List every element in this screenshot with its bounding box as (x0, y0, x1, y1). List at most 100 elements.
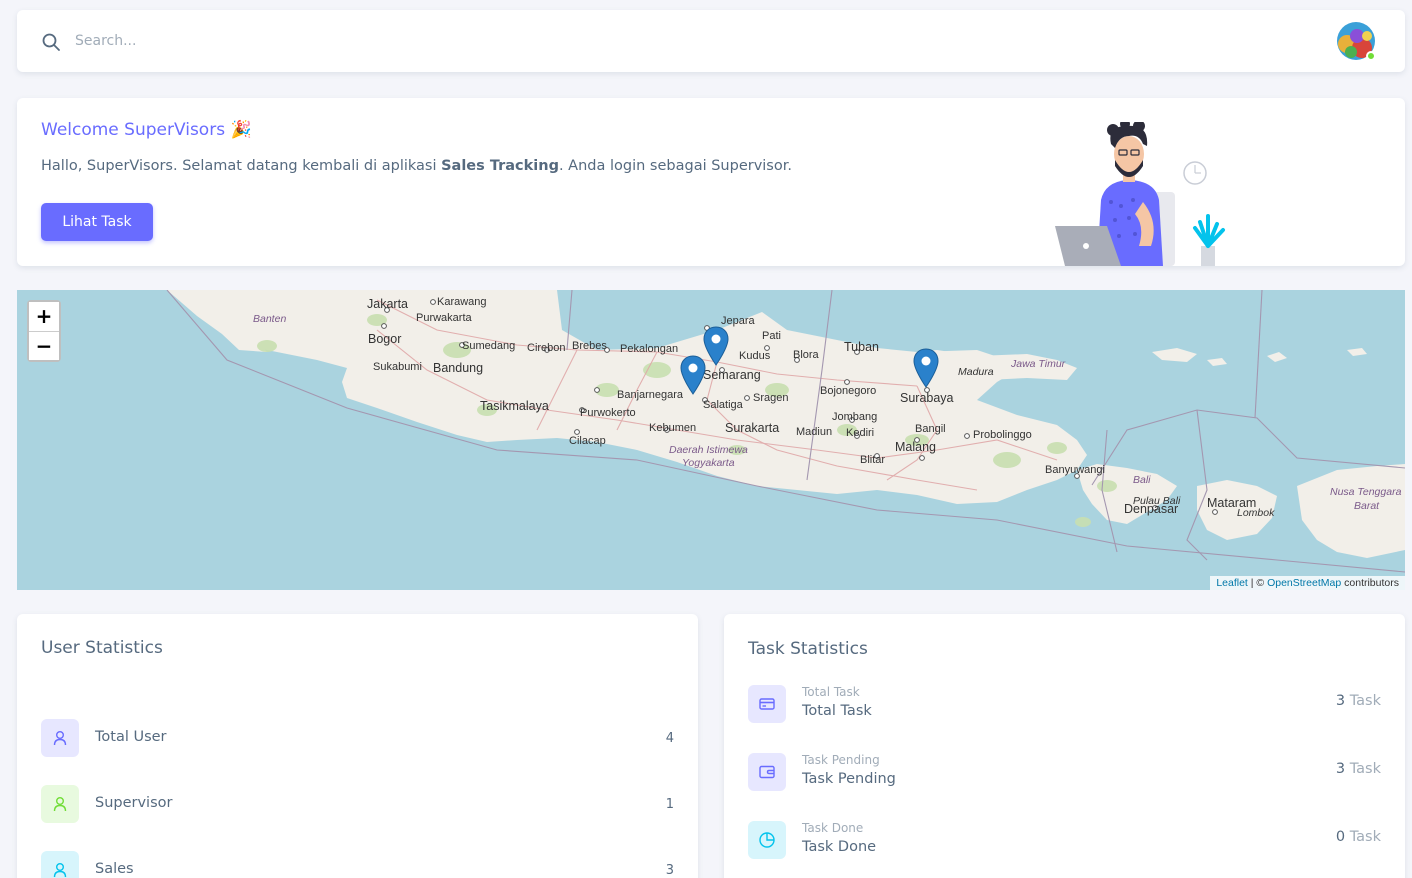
place-label: Banyuwangi (1045, 464, 1105, 476)
stat-label: Supervisor (95, 795, 173, 811)
search-input[interactable] (75, 28, 285, 54)
place-label: Madiun (796, 426, 833, 438)
place-label: Bali (1133, 474, 1151, 486)
attribution-suffix: contributors (1341, 577, 1399, 589)
stat-value: 3 (665, 863, 674, 878)
task-row-total: Total Task Total Task 3 Task (748, 685, 1381, 723)
place-label: Sragen (753, 392, 789, 404)
man-with-laptop-illustration (1055, 122, 1225, 266)
stat-value: 4 (665, 731, 674, 746)
online-status-dot (1366, 51, 1376, 61)
place-label: Yogyakarta (682, 457, 735, 469)
task-label: Task Pending (802, 771, 896, 787)
welcome-title: Welcome SuperVisors 🎉 (41, 120, 252, 140)
task-row-done: Task Done Task Done 0 Task (748, 821, 1381, 859)
task-label: Task Done (802, 839, 877, 855)
place-label: Kudus (739, 350, 771, 362)
task-count: 0 Task (1336, 829, 1381, 845)
task-count-value: 3 (1335, 761, 1346, 777)
place-label: Cirebon (527, 342, 566, 354)
welcome-text-suffix: . Anda login sebagai Supervisor. (558, 158, 792, 174)
place-label: Probolinggo (973, 429, 1032, 441)
welcome-card: Welcome SuperVisors 🎉 Hallo, SuperVisors… (17, 98, 1405, 266)
place-label: Jawa Timur (1011, 358, 1066, 370)
task-sublabel: Total Task (802, 685, 860, 699)
attribution-separator: | © (1247, 577, 1268, 589)
top-navbar (17, 10, 1405, 72)
place-label: Purwokerto (580, 407, 636, 419)
stat-row-total-user: Total User 4 (41, 719, 674, 757)
place-label: Surakarta (725, 421, 780, 435)
map-marker-pin[interactable] (913, 348, 939, 388)
place-label: Purwakarta (416, 312, 472, 324)
task-count: 3 Task (1336, 693, 1381, 709)
place-label: Barat (1354, 500, 1380, 512)
credit-card-icon (748, 685, 786, 723)
place-label: Denpasar (1124, 502, 1179, 516)
stat-row-sales: Sales 3 (41, 851, 674, 878)
task-count-value: 3 (1335, 693, 1346, 709)
place-label: Karawang (437, 296, 487, 308)
map-zoom-control: + − (27, 300, 61, 362)
place-label: Kediri (846, 427, 875, 439)
place-label: Jakarta (367, 297, 408, 311)
place-label: Blitar (860, 454, 886, 466)
place-label: Blora (793, 349, 819, 361)
openstreetmap-link[interactable]: OpenStreetMap (1267, 577, 1341, 589)
task-count-unit: Task (1345, 761, 1381, 777)
task-count-unit: Task (1345, 693, 1381, 709)
search-icon[interactable] (41, 32, 61, 56)
place-label: Daerah Istimewa (669, 444, 748, 456)
place-label: Bandung (433, 361, 484, 375)
place-label: Malang (895, 440, 936, 454)
place-label: Banten (253, 313, 287, 325)
place-label: Kebumen (649, 422, 697, 434)
stat-label: Sales (95, 861, 134, 877)
task-statistics-card: Task Statistics Total Task Total Task 3 … (724, 614, 1405, 878)
map-marker-pin[interactable] (703, 326, 729, 366)
wallet-icon (748, 753, 786, 791)
app-name: Sales Tracking (441, 158, 559, 174)
place-label: Tasikmalaya (480, 399, 549, 413)
user-icon (41, 785, 79, 823)
place-label: Nusa Tenggara (1330, 486, 1402, 498)
task-statistics-title: Task Statistics (748, 639, 868, 659)
task-label: Total Task (802, 703, 872, 719)
task-sublabel: Task Pending (802, 753, 880, 767)
place-label: Pekalongan (620, 343, 679, 355)
place-label: Cilacap (569, 435, 606, 447)
avatar[interactable] (1337, 22, 1376, 61)
place-label: Semarang (703, 368, 761, 382)
place-label: Jombang (832, 411, 878, 423)
place-label: Salatiga (703, 399, 743, 411)
stat-row-supervisor: Supervisor 1 (41, 785, 674, 823)
task-sublabel: Task Done (802, 821, 864, 835)
task-count: 3 Task (1336, 761, 1381, 777)
zoom-in-button[interactable]: + (29, 302, 59, 331)
map-marker-pin[interactable] (680, 355, 706, 395)
task-count-unit: Task (1345, 829, 1381, 845)
place-label: Lombok (1237, 507, 1275, 519)
task-count-value: 0 (1335, 829, 1346, 845)
stat-value: 1 (665, 797, 674, 812)
user-statistics-title: User Statistics (41, 638, 163, 658)
sales-location-map[interactable]: Jakarta Karawang Banten Purwakarta Bogor… (17, 290, 1405, 590)
place-label: Sukabumi (373, 361, 422, 373)
welcome-text-prefix: Hallo, SuperVisors. Selamat datang kemba… (41, 158, 442, 174)
welcome-text: Hallo, SuperVisors. Selamat datang kemba… (41, 158, 792, 174)
stat-label: Total User (95, 729, 167, 745)
pie-chart-icon (748, 821, 786, 859)
place-label: Pati (762, 330, 781, 342)
place-label: Sumedang (462, 340, 516, 352)
view-task-button[interactable]: Lihat Task (41, 203, 153, 241)
user-icon (41, 719, 79, 757)
place-label: Bojonegoro (820, 385, 877, 397)
zoom-out-button[interactable]: − (29, 331, 59, 360)
task-row-pending: Task Pending Task Pending 3 Task (748, 753, 1381, 791)
place-label: Madura (958, 366, 994, 378)
place-label: Brebes (572, 340, 607, 352)
place-label: Surabaya (900, 391, 954, 405)
map-attribution: Leaflet | © OpenStreetMap contributors (1210, 576, 1405, 590)
user-icon (41, 851, 79, 878)
leaflet-link[interactable]: Leaflet (1216, 577, 1248, 589)
